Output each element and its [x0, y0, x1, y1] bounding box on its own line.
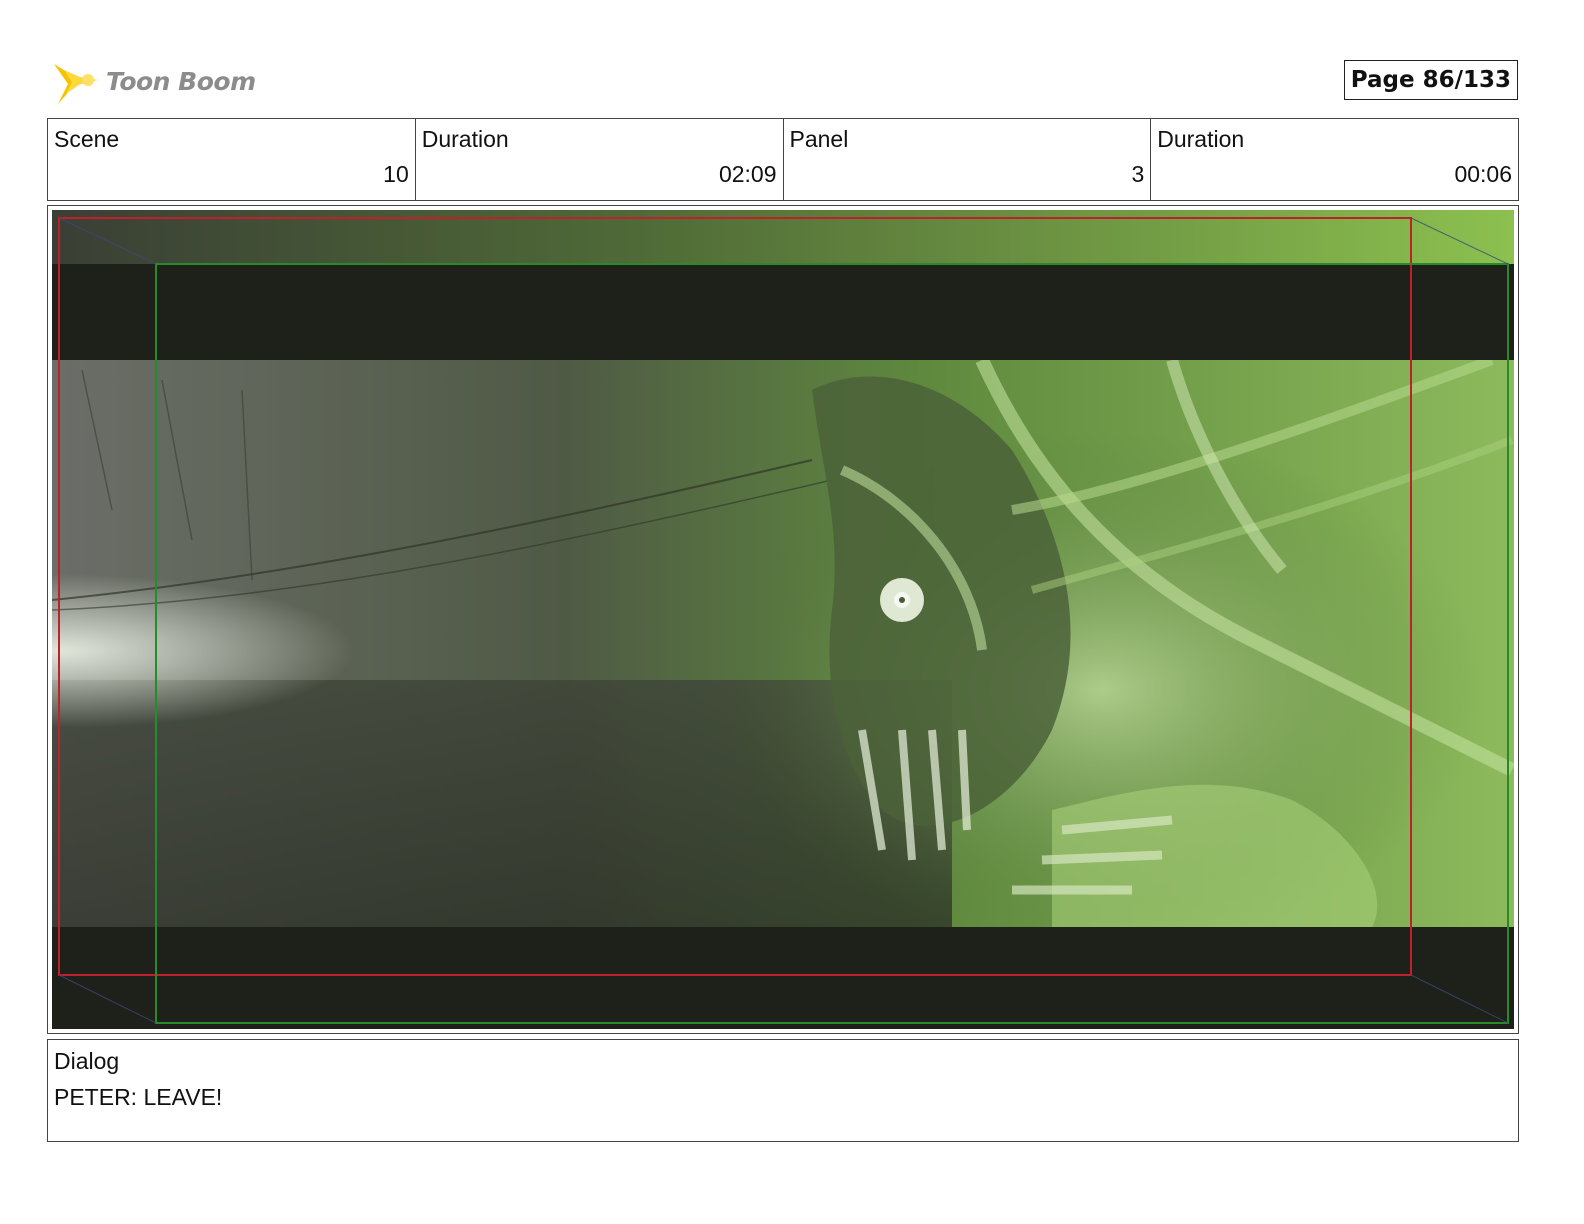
scene-duration-value: 02:09	[718, 161, 777, 187]
scene-duration-cell: Duration 02:09	[416, 119, 784, 200]
toon-boom-logo: Toon Boom	[52, 56, 256, 106]
storyboard-panel-image	[52, 210, 1514, 1029]
panel-duration-label: Duration	[1157, 126, 1245, 152]
scene-cell: Scene 10	[48, 119, 416, 200]
dialog-box: Dialog PETER: LEAVE!	[47, 1039, 1519, 1142]
page-number: 86/133	[1422, 67, 1511, 93]
panel-duration-value: 00:06	[1454, 161, 1512, 187]
panel-duration-cell: Duration 00:06	[1151, 119, 1518, 200]
panel-cell: Panel 3	[784, 119, 1152, 200]
dialog-text: PETER: LEAVE!	[54, 1084, 223, 1110]
panel-info-table: Scene 10 Duration 02:09 Panel 3 Duration…	[47, 118, 1519, 201]
page-indicator: Page 86/133	[1343, 60, 1518, 100]
panel-value: 3	[1131, 161, 1145, 187]
scene-label: Scene	[54, 126, 120, 152]
logo-text: Toon Boom	[106, 66, 256, 96]
dialog-label: Dialog	[54, 1048, 120, 1074]
page-label: Page	[1350, 67, 1415, 93]
scene-value: 10	[383, 161, 409, 187]
starburst-icon	[54, 64, 98, 104]
panel-label: Panel	[789, 126, 849, 152]
storyboard-panel-frame	[47, 205, 1519, 1034]
scene-duration-label: Duration	[421, 126, 509, 152]
